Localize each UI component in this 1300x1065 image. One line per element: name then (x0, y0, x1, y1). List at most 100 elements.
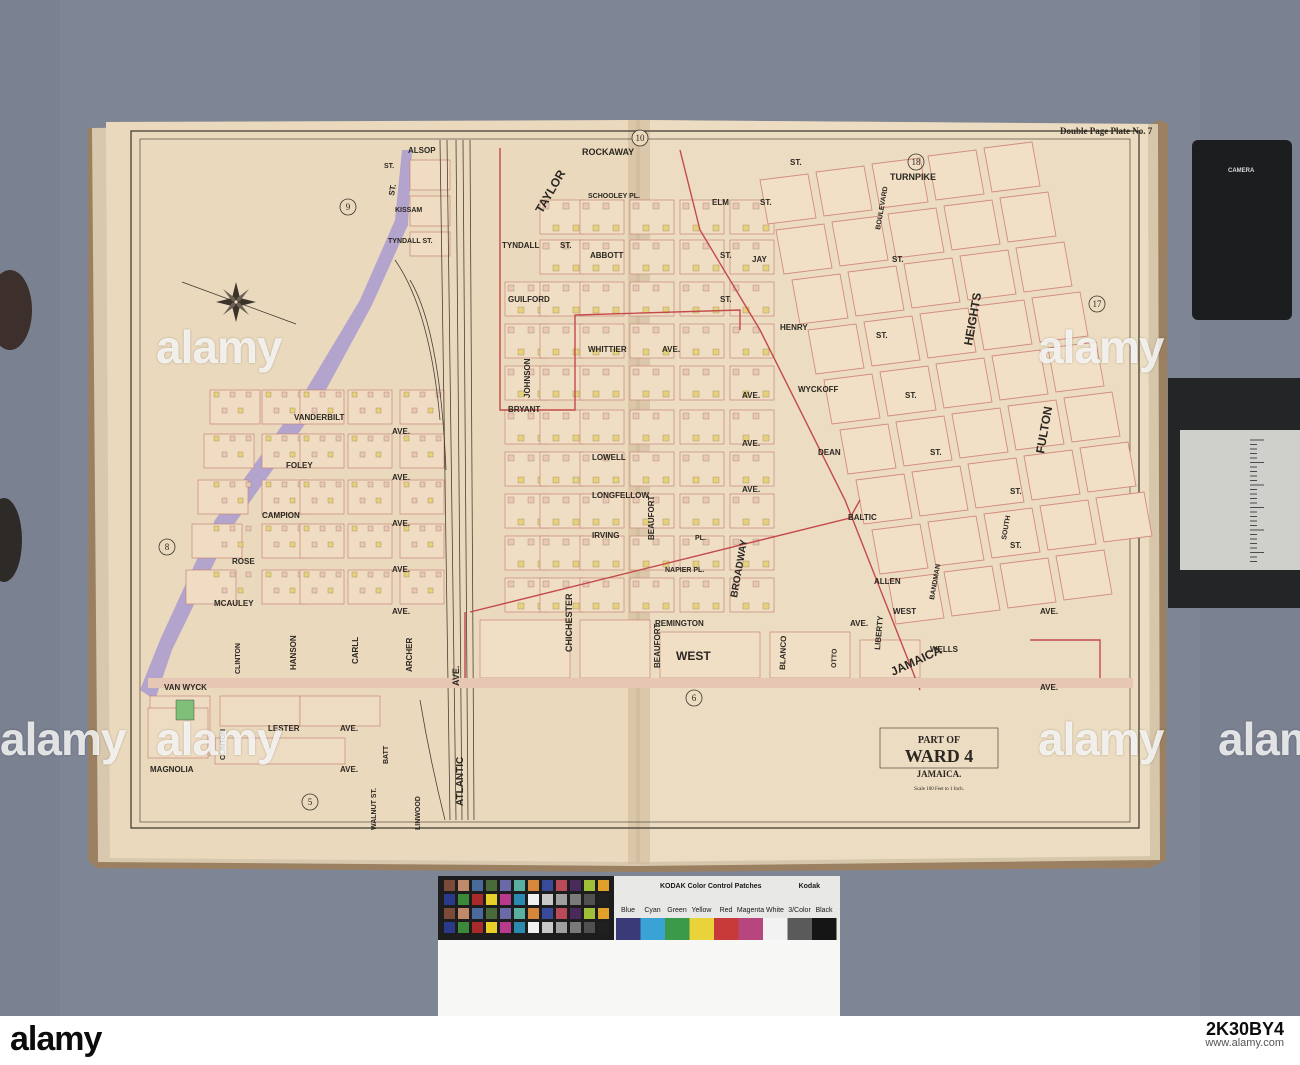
city-block (299, 695, 381, 727)
kodak-patch-label: Green (667, 907, 687, 914)
label-st-alsop: ST. (384, 163, 394, 170)
building (692, 390, 700, 398)
label-wyckoff-ave: AVE. (742, 391, 760, 400)
label-linwood: LINWOOD (415, 796, 422, 830)
kodak-patch-label: Cyan (644, 907, 660, 914)
building (245, 481, 252, 488)
kodak-color-square (556, 908, 567, 919)
label-elm-st: ST. (760, 198, 772, 207)
building (632, 202, 640, 210)
label-guilford-st: ST. (720, 295, 732, 304)
watermark-alamy-6: alamy (1218, 713, 1300, 765)
building (592, 306, 600, 314)
building (642, 476, 650, 484)
building (712, 348, 720, 356)
building (351, 571, 358, 578)
building (375, 407, 382, 414)
kodak-patch-label: Magenta (737, 907, 764, 914)
label-atlantic: ATLANTIC (455, 757, 466, 806)
label-whittier-ave: AVE. (662, 345, 680, 354)
building (311, 541, 318, 548)
label-henry-st: ST. (876, 331, 888, 340)
building (419, 525, 426, 532)
label-atlantic-ave: AVE. (451, 666, 461, 686)
building (642, 264, 650, 272)
label-lowell-ave: AVE. (742, 439, 760, 448)
label-beaufort-north: BEAUFORT (647, 495, 656, 540)
kodak-color-square (542, 922, 553, 933)
fulton-heights-block (943, 565, 1001, 617)
building (582, 412, 590, 420)
footer-url: www.alamy.com (1205, 1037, 1284, 1049)
city-block (197, 479, 249, 515)
label-johnson: JOHNSON (523, 358, 532, 398)
label-baltic-st: ST. (1010, 487, 1022, 496)
fulton-heights-block (959, 249, 1017, 301)
watermark-alamy-5: alamy (1038, 713, 1164, 765)
kodak-patch-yellow (689, 918, 714, 940)
building (213, 435, 220, 442)
building (632, 242, 640, 250)
label-beaufort-south: BEAUFORT (653, 623, 662, 668)
building (712, 560, 720, 568)
fulton-heights-block (983, 141, 1041, 193)
building (682, 454, 690, 462)
label-longfellow-ave: AVE. (742, 485, 760, 494)
label-whittier: WHITTIER (588, 345, 627, 354)
kodak-patch-label: Yellow (692, 907, 713, 914)
fulton-heights-block (911, 465, 969, 517)
building (662, 602, 670, 610)
building (527, 454, 535, 462)
kodak-color-square (528, 880, 539, 891)
kodak-title: KODAK Color Control Patches (660, 883, 762, 890)
building (712, 434, 720, 442)
building (652, 368, 660, 376)
building (403, 391, 410, 398)
label-jay: JAY (752, 255, 767, 264)
building (245, 391, 252, 398)
building (221, 587, 228, 594)
building (592, 518, 600, 526)
building (572, 518, 580, 526)
building (602, 368, 610, 376)
building (383, 435, 390, 442)
building (652, 284, 660, 292)
label-irving-pl: PL. (695, 535, 706, 542)
fulton-heights-block (807, 323, 865, 375)
svg-text:17: 17 (1093, 299, 1103, 309)
building (289, 541, 296, 548)
building (682, 326, 690, 334)
label-west: WEST (893, 607, 916, 616)
building (281, 525, 288, 532)
building (702, 580, 710, 588)
kodak-patch-labels: Blue Cyan Green Yellow Red Magenta White 3/Colo… (621, 907, 833, 914)
svg-text:6: 6 (692, 693, 697, 703)
building (265, 435, 272, 442)
building (612, 602, 620, 610)
label-mcauley-ave: AVE. (392, 607, 410, 616)
building (427, 497, 434, 504)
building (351, 435, 358, 442)
building (303, 435, 310, 442)
label-henry: HENRY (780, 323, 808, 332)
svg-text:18: 18 (912, 157, 922, 167)
label-abbott-st: ST. (720, 251, 732, 260)
fulton-heights-block (847, 265, 905, 317)
label-tyndall-street: ST. (560, 241, 572, 250)
building (507, 326, 515, 334)
building (642, 390, 650, 398)
building (572, 390, 580, 398)
watermark-alamy-2: alamy (1038, 321, 1164, 373)
fulton-heights-block (887, 207, 945, 259)
label-remington-ave: AVE. (850, 619, 868, 628)
building (612, 434, 620, 442)
fulton-heights-block (863, 315, 921, 367)
building (273, 407, 280, 414)
fulton-heights-block (999, 191, 1057, 243)
label-clinton-north: CLINTON (235, 643, 242, 674)
label-allen: ALLEN (874, 577, 901, 586)
building (213, 571, 220, 578)
building (642, 348, 650, 356)
svg-text:5: 5 (308, 797, 313, 807)
building (411, 541, 418, 548)
